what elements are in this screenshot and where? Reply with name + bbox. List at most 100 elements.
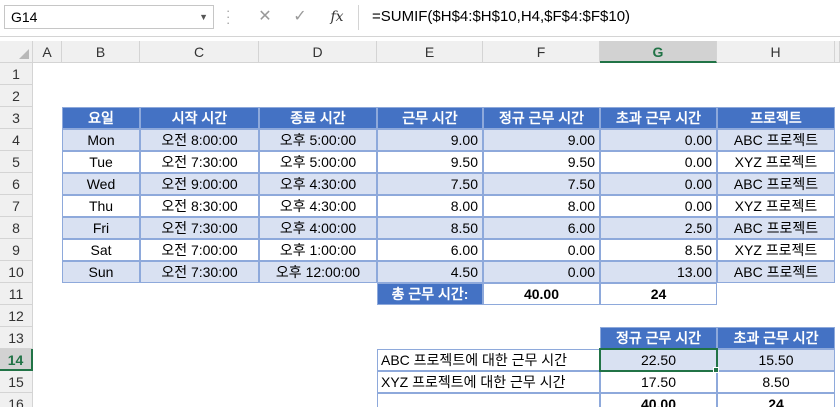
row-header-16[interactable]: 16 — [0, 393, 33, 407]
table-cell[interactable]: ABC 프로젝트 — [717, 129, 835, 151]
table-cell[interactable]: 오후 12:00:00 — [259, 261, 377, 283]
summary-overtime-cell[interactable]: 15.50 — [717, 349, 835, 371]
cancel-icon[interactable]: ✕ — [254, 6, 276, 28]
table-cell[interactable]: 오후 4:00:00 — [259, 217, 377, 239]
column-header-g[interactable]: G — [600, 41, 717, 63]
row-header-1[interactable]: 1 — [0, 63, 33, 85]
row-header-15[interactable]: 15 — [0, 371, 33, 393]
table-cell[interactable]: 8.00 — [377, 195, 483, 217]
table-cell[interactable]: 0.00 — [483, 261, 600, 283]
summary-total-label[interactable] — [377, 393, 600, 407]
worksheet-grid[interactable]: ABCDEFGH 1 2 3 4 5 6 7 8 9 10 11 12 13 14 15 16 요일 시작 시간… — [0, 41, 840, 407]
column-header-f[interactable]: F — [483, 41, 600, 63]
column-header-a[interactable]: A — [33, 41, 62, 63]
table-cell[interactable]: 오전 7:30:00 — [140, 151, 259, 173]
table-cell[interactable]: ABC 프로젝트 — [717, 173, 835, 195]
table-cell[interactable]: 9.00 — [483, 129, 600, 151]
table-header-cell[interactable]: 정규 근무 시간 — [483, 107, 600, 129]
table-cell[interactable]: 6.00 — [377, 239, 483, 261]
table-header-cell[interactable]: 프로젝트 — [717, 107, 835, 129]
summary-total-overtime[interactable]: 24 — [717, 393, 835, 407]
table-cell[interactable]: 오전 7:00:00 — [140, 239, 259, 261]
column-header-e[interactable]: E — [377, 41, 483, 63]
table-cell[interactable]: 오전 8:00:00 — [140, 129, 259, 151]
table-cell[interactable]: XYZ 프로젝트 — [717, 239, 835, 261]
table-header-cell[interactable]: 초과 근무 시간 — [600, 107, 717, 129]
table-cell[interactable]: 2.50 — [600, 217, 717, 239]
table-cell[interactable]: 6.00 — [483, 217, 600, 239]
row-header-9[interactable]: 9 — [0, 239, 33, 261]
table-cell[interactable]: 4.50 — [377, 261, 483, 283]
table-header-cell[interactable]: 근무 시간 — [377, 107, 483, 129]
table-cell[interactable]: 오전 8:30:00 — [140, 195, 259, 217]
table-cell[interactable]: 9.50 — [483, 151, 600, 173]
table-cell[interactable]: 오후 4:30:00 — [259, 195, 377, 217]
name-box[interactable]: G14 ▼ — [4, 5, 214, 29]
table-cell[interactable]: 오후 5:00:00 — [259, 151, 377, 173]
table-cell[interactable]: 8.50 — [600, 239, 717, 261]
column-header-i[interactable] — [835, 41, 840, 63]
summary-header-cell[interactable]: 초과 근무 시간 — [717, 327, 835, 349]
table-cell[interactable]: Tue — [62, 151, 140, 173]
row-header-14[interactable]: 14 — [0, 349, 33, 371]
chevron-down-icon[interactable]: ▼ — [199, 6, 208, 28]
column-header-d[interactable]: D — [259, 41, 377, 63]
formula-input[interactable]: =SUMIF($H$4:$H$10,H4,$F$4:$F$10) — [372, 5, 630, 29]
table-cell[interactable]: ABC 프로젝트 — [717, 261, 835, 283]
table-cell[interactable]: 오후 4:30:00 — [259, 173, 377, 195]
fill-handle[interactable] — [713, 367, 719, 373]
row-header-12[interactable]: 12 — [0, 305, 33, 327]
summary-row-label[interactable]: XYZ 프로젝트에 대한 근무 시간 — [377, 371, 600, 393]
table-cell[interactable]: Fri — [62, 217, 140, 239]
table-cell[interactable]: 0.00 — [600, 151, 717, 173]
total-hours-label[interactable]: 총 근무 시간: — [377, 283, 483, 305]
row-header-10[interactable]: 10 — [0, 261, 33, 283]
table-cell[interactable]: 7.50 — [483, 173, 600, 195]
row-header-6[interactable]: 6 — [0, 173, 33, 195]
total-overtime-hours[interactable]: 24 — [600, 283, 717, 305]
table-cell[interactable]: Sat — [62, 239, 140, 261]
column-header-h[interactable]: H — [717, 41, 835, 63]
table-cell[interactable]: 오전 9:00:00 — [140, 173, 259, 195]
table-header-cell[interactable]: 시작 시간 — [140, 107, 259, 129]
table-cell[interactable]: XYZ 프로젝트 — [717, 195, 835, 217]
row-header-5[interactable]: 5 — [0, 151, 33, 173]
table-header-cell[interactable]: 요일 — [62, 107, 140, 129]
summary-regular-cell[interactable]: 17.50 — [600, 371, 717, 393]
table-cell[interactable]: Sun — [62, 261, 140, 283]
table-cell[interactable]: 9.50 — [377, 151, 483, 173]
table-cell[interactable]: 9.00 — [377, 129, 483, 151]
row-header-7[interactable]: 7 — [0, 195, 33, 217]
table-cell[interactable]: 0.00 — [600, 195, 717, 217]
row-header-8[interactable]: 8 — [0, 217, 33, 239]
row-header-4[interactable]: 4 — [0, 129, 33, 151]
summary-row-label[interactable]: ABC 프로젝트에 대한 근무 시간 — [377, 349, 600, 371]
row-header-2[interactable]: 2 — [0, 85, 33, 107]
select-all-button[interactable] — [0, 41, 33, 63]
table-header-cell[interactable]: 종료 시간 — [259, 107, 377, 129]
table-cell[interactable]: XYZ 프로젝트 — [717, 151, 835, 173]
table-cell[interactable]: 0.00 — [483, 239, 600, 261]
table-cell[interactable]: 8.00 — [483, 195, 600, 217]
table-cell[interactable]: Thu — [62, 195, 140, 217]
table-cell[interactable]: 오전 7:30:00 — [140, 217, 259, 239]
row-header-13[interactable]: 13 — [0, 327, 33, 349]
table-cell[interactable]: 오전 7:30:00 — [140, 261, 259, 283]
table-cell[interactable]: ABC 프로젝트 — [717, 217, 835, 239]
summary-overtime-cell[interactable]: 8.50 — [717, 371, 835, 393]
row-header-3[interactable]: 3 — [0, 107, 33, 129]
summary-total-regular[interactable]: 40.00 — [600, 393, 717, 407]
table-cell[interactable]: 0.00 — [600, 173, 717, 195]
table-cell[interactable]: 0.00 — [600, 129, 717, 151]
insert-function-icon[interactable]: fx — [326, 6, 348, 28]
table-cell[interactable]: Mon — [62, 129, 140, 151]
table-cell[interactable]: 오후 1:00:00 — [259, 239, 377, 261]
column-header-b[interactable]: B — [62, 41, 140, 63]
table-cell[interactable]: 7.50 — [377, 173, 483, 195]
table-cell[interactable]: 오후 5:00:00 — [259, 129, 377, 151]
enter-icon[interactable]: ✓ — [289, 6, 311, 28]
row-header-11[interactable]: 11 — [0, 283, 33, 305]
table-cell[interactable]: 13.00 — [600, 261, 717, 283]
summary-header-cell[interactable]: 정규 근무 시간 — [600, 327, 717, 349]
total-regular-hours[interactable]: 40.00 — [483, 283, 600, 305]
